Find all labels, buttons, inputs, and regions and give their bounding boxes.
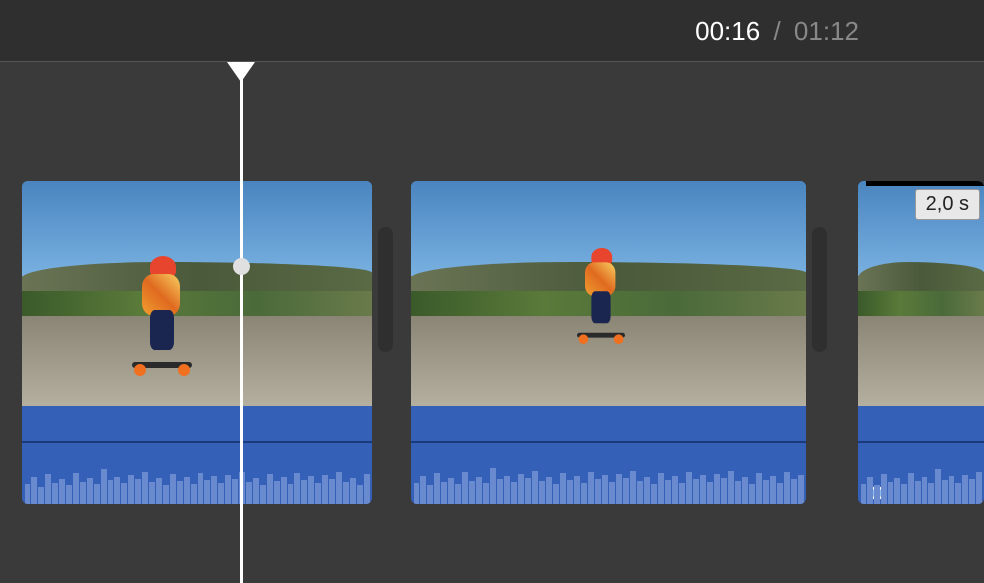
timecode-current: 00:16 [695,16,760,46]
timeline-area[interactable]: 2,0 s [0,62,984,521]
volume-line[interactable] [858,441,984,443]
waveform [22,454,372,504]
transition-handle-2[interactable] [812,227,827,352]
volume-line[interactable] [411,441,806,443]
volume-line[interactable] [22,441,372,443]
audio-track[interactable] [411,406,806,504]
clip-thumbnail [411,181,806,406]
clip-top-bar [866,181,984,186]
timecode-total: 01:12 [794,16,859,46]
timecode-display: 00:16 / 01:12 [695,16,859,47]
clip-thumbnail [22,181,372,406]
video-clip-1[interactable] [22,181,372,504]
playhead-marker-icon[interactable] [227,62,255,82]
waveform [411,454,806,504]
video-clip-2[interactable] [411,181,806,504]
timeline-header: 00:16 / 01:12 [0,0,984,62]
waveform [858,454,984,504]
video-clip-3[interactable]: 2,0 s [858,181,984,504]
clip-duration-badge: 2,0 s [915,189,980,220]
timecode-separator: / [773,16,780,46]
audio-track[interactable] [858,406,984,504]
clip-thumbnail: 2,0 s [858,181,984,406]
transition-handle-1[interactable] [378,227,393,352]
audio-track[interactable] [22,406,372,504]
